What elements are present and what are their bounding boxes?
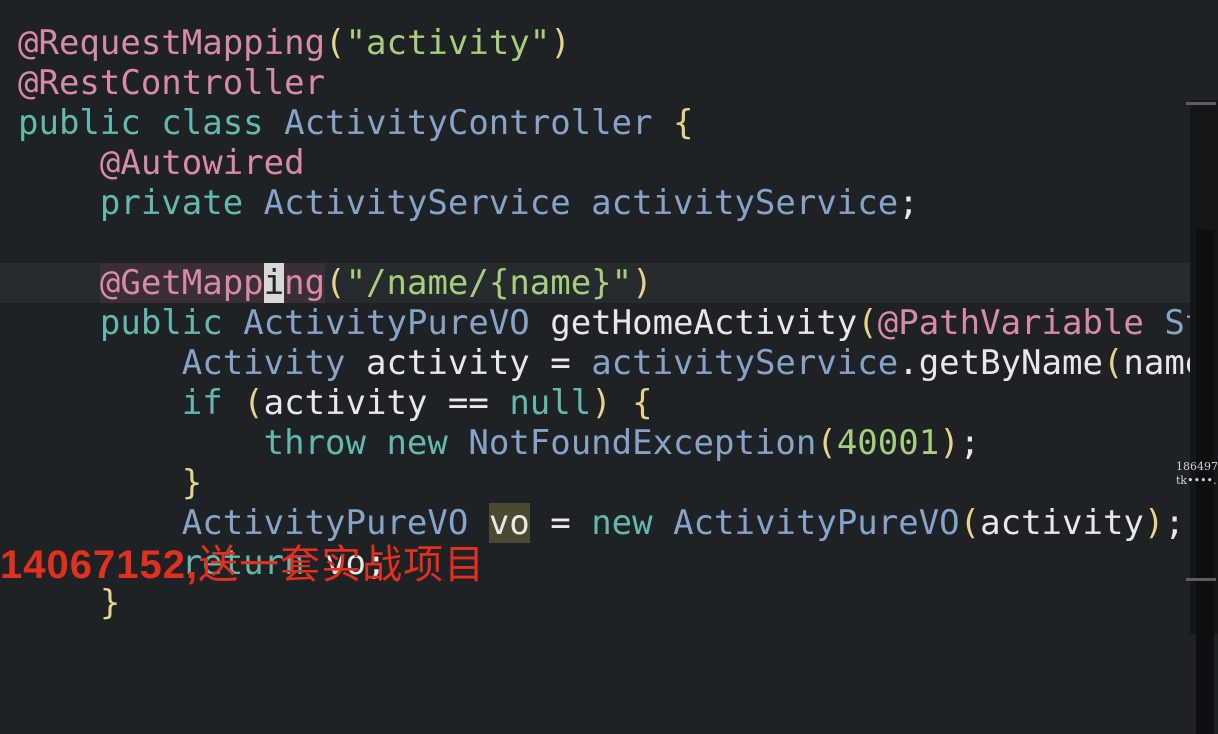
code-line[interactable]: @RequestMapping("activity") — [18, 23, 571, 63]
overlay-caption: 送一套实战项目 — [198, 542, 486, 588]
watermark-line: tk••••. — [1176, 474, 1217, 487]
code-token: Activity — [181, 343, 366, 383]
watermark-line: 186497 — [1176, 460, 1218, 473]
code-token: new — [591, 503, 674, 543]
code-token: ActivityPureVO — [673, 503, 960, 543]
code-token: ( — [325, 23, 346, 63]
code-token: public — [99, 303, 244, 343]
code-token: if — [181, 383, 244, 423]
code-line[interactable]: } — [18, 463, 202, 503]
code-token: activityService — [591, 183, 899, 223]
code-token: ; — [898, 183, 919, 223]
code-token: ; — [959, 423, 981, 463]
code-line[interactable]: public ActivityPureVO getHomeActivity(@P… — [18, 303, 1218, 343]
vertical-scrollbar[interactable] — [1190, 100, 1218, 734]
code-token: ( — [959, 503, 981, 543]
code-token: ) — [632, 263, 653, 303]
code-token: == — [447, 383, 510, 423]
code-token: vo — [488, 503, 530, 543]
code-token: = — [550, 343, 592, 383]
code-token: } — [181, 463, 203, 503]
code-token: { — [673, 103, 694, 143]
code-token: activity — [366, 343, 551, 383]
code-token: ) { — [591, 383, 653, 423]
code-token: @RestController — [18, 63, 326, 103]
code-token: ( — [1102, 343, 1124, 383]
code-token: ( — [816, 423, 837, 463]
code-token: ActivityService — [263, 183, 592, 223]
code-token: ) — [939, 423, 960, 463]
code-line[interactable]: @Autowired — [18, 143, 305, 183]
code-token: NotFoundException — [468, 423, 817, 463]
overlay-number: 14067152, — [0, 543, 199, 587]
code-token: .getByName — [898, 343, 1103, 383]
code-token: ( — [243, 383, 264, 423]
code-token: = — [529, 503, 592, 543]
code-line[interactable]: throw new NotFoundException(40001); — [18, 423, 981, 463]
code-token: @GetMapp — [99, 263, 264, 303]
code-token: 40001 — [836, 423, 940, 463]
promo-overlay-text: 14067152,送一套实战项目 — [0, 532, 485, 590]
code-token: ) — [1143, 503, 1165, 543]
code-line[interactable]: @GetMapping("/name/{name}") — [18, 263, 653, 303]
code-token: private — [99, 183, 264, 223]
code-token: ActivityController — [284, 103, 674, 143]
code-token: ( — [325, 263, 346, 303]
code-token: ng — [284, 263, 326, 303]
code-token: @Autowired — [99, 143, 305, 183]
code-token: ; — [1164, 503, 1185, 543]
scroll-marker — [1186, 102, 1216, 105]
code-line[interactable]: if (activity == null) { — [18, 383, 653, 423]
watermark: 186497 tk••••. — [1176, 460, 1218, 488]
code-line[interactable]: Activity activity = activityService.getB… — [18, 343, 1218, 383]
code-line[interactable]: private ActivityService activityService; — [18, 183, 919, 223]
code-token: public class — [18, 103, 285, 143]
code-token: "/name/{name}" — [345, 263, 633, 303]
code-token: activity — [980, 503, 1144, 543]
scroll-marker — [1186, 578, 1216, 581]
code-token: throw new — [263, 423, 469, 463]
code-token: @PathVariable — [877, 303, 1165, 343]
code-token: getHomeActivity — [550, 303, 858, 343]
code-token: @RequestMapping — [18, 23, 326, 63]
code-token: ActivityPureVO — [243, 303, 551, 343]
code-token: "activity" — [345, 23, 551, 63]
code-token: null — [509, 383, 592, 423]
code-token: activityService — [591, 343, 899, 383]
code-line[interactable]: public class ActivityController { — [18, 103, 694, 143]
code-token: i — [263, 263, 285, 303]
code-line[interactable]: @RestController — [18, 63, 325, 103]
code-token: activity — [263, 383, 448, 423]
code-token: ) — [550, 23, 571, 63]
code-token: ( — [857, 303, 878, 343]
